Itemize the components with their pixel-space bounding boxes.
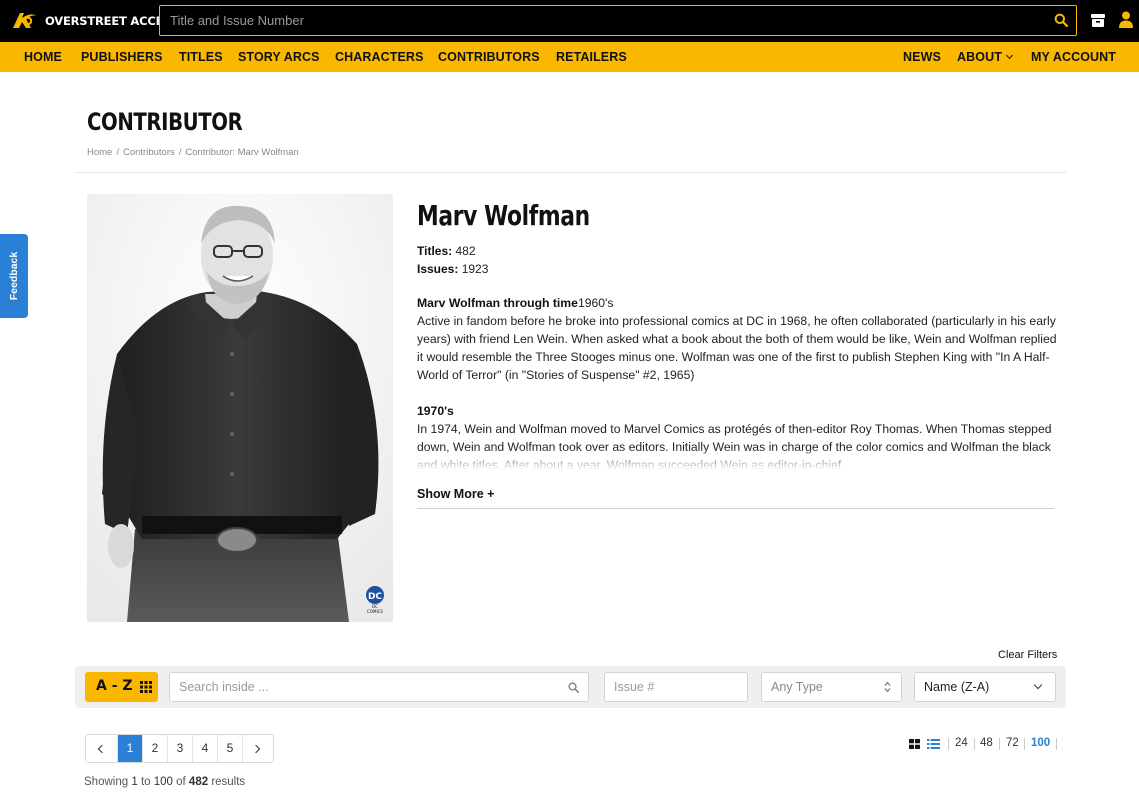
per-page-separator [1056, 738, 1057, 750]
per-page-separator [1024, 738, 1025, 750]
chevron-left-icon [97, 744, 107, 754]
per-page-100[interactable]: 100 [1031, 737, 1050, 749]
breadcrumb-home[interactable]: Home [87, 147, 112, 158]
bio-divider [417, 508, 1054, 509]
svg-text:DC: DC [368, 592, 382, 602]
nav-news[interactable]: NEWS [903, 42, 941, 72]
titles-count: Titles: 482 [417, 244, 476, 258]
per-page-48[interactable]: 48 [980, 737, 993, 749]
sort-select-value: Name (Z-A) [924, 680, 990, 694]
contributor-name: Marv Wolfman [417, 199, 590, 232]
nav-retailers[interactable]: RETAILERS [556, 42, 627, 72]
nav-publishers[interactable]: PUBLISHERS [81, 42, 163, 72]
results-suffix: results [211, 776, 246, 788]
per-page-separator [974, 738, 975, 750]
nav-about-label: ABOUT [957, 50, 1002, 64]
nav-my-account[interactable]: MY ACCOUNT [1031, 42, 1116, 72]
overstreet-logo-icon [13, 13, 37, 28]
contributor-photo: DC DC COMICS [87, 194, 393, 622]
main-nav: HOME PUBLISHERS TITLES STORY ARCS CHARAC… [0, 42, 1139, 72]
global-search-input[interactable] [160, 6, 1040, 35]
feedback-label: Feedback [8, 251, 20, 301]
search-inside-field[interactable] [169, 672, 589, 702]
dc-comics-logo: DC DC COMICS [366, 586, 384, 614]
page-button-1[interactable]: 1 [117, 735, 142, 762]
issues-count: Issues: 1923 [417, 262, 488, 276]
pagination-prev-button[interactable] [86, 735, 117, 762]
per-page-separator [999, 738, 1000, 750]
list-view-icon[interactable] [927, 739, 940, 749]
feedback-tab[interactable]: Feedback [0, 234, 28, 318]
page-button-4[interactable]: 4 [192, 735, 217, 762]
issue-number-field[interactable] [604, 672, 748, 702]
chevron-down-icon [1005, 51, 1013, 60]
per-page-24[interactable]: 24 [955, 737, 968, 749]
page-button-5[interactable]: 5 [217, 735, 242, 762]
show-more-button[interactable]: Show More + [417, 487, 494, 501]
bio-heading: Marv Wolfman through time [417, 296, 578, 310]
header-divider [75, 172, 1066, 173]
bio-fade-overlay [417, 448, 1057, 470]
issues-value: 1923 [461, 262, 489, 276]
results-of-word: of [176, 776, 186, 788]
breadcrumb-separator: / [116, 147, 119, 158]
grid-icon [140, 681, 152, 693]
portrait-illustration [87, 194, 393, 622]
search-icon[interactable] [1054, 13, 1068, 27]
contributor-biography: Marv Wolfman through time1960's Active in… [417, 294, 1057, 470]
breadcrumb-contributors[interactable]: Contributors [123, 147, 175, 158]
grid-view-icon[interactable] [909, 739, 920, 749]
page-button-2[interactable]: 2 [142, 735, 167, 762]
bio-paragraph: Active in fandom before he broke into pr… [417, 314, 1057, 382]
search-inside-input[interactable] [170, 673, 588, 701]
nav-titles[interactable]: TITLES [179, 42, 223, 72]
breadcrumb: Home / Contributors / Contributor: Marv Wolf… [87, 147, 299, 158]
results-summary: Showing 1 to 100 of 482 results [84, 776, 245, 788]
type-select[interactable]: Any Type [761, 672, 902, 702]
user-account-icon[interactable] [1118, 11, 1134, 28]
clear-filters-link[interactable]: Clear Filters [998, 649, 1057, 661]
nav-contributors[interactable]: CONTRIBUTORS [438, 42, 540, 72]
bio-subheading: 1960's [577, 296, 614, 310]
chevron-right-icon [251, 744, 261, 754]
results-prefix: Showing [84, 776, 129, 788]
nav-story-arcs[interactable]: STORY ARCS [238, 42, 320, 72]
type-select-value: Any Type [771, 680, 823, 694]
breadcrumb-separator: / [178, 147, 182, 158]
pagination: 1 2 3 4 5 [85, 734, 274, 763]
titles-value: 482 [455, 244, 476, 258]
pagination-next-button[interactable] [242, 735, 273, 762]
results-to: 100 [153, 776, 173, 788]
nav-home[interactable]: HOME [24, 42, 62, 72]
issue-number-input[interactable] [605, 673, 747, 701]
results-from: 1 [131, 776, 138, 788]
updown-arrows-icon [884, 681, 891, 693]
az-label: A - Z [96, 678, 133, 694]
results-to-word: to [140, 776, 151, 788]
svg-text:COMICS: COMICS [367, 609, 383, 614]
per-page-72[interactable]: 72 [1006, 737, 1019, 749]
nav-characters[interactable]: CHARACTERS [335, 42, 424, 72]
titles-label: Titles: [417, 244, 453, 258]
global-search[interactable] [159, 5, 1077, 36]
issues-label: Issues: [417, 262, 459, 276]
nav-about[interactable]: ABOUT [957, 42, 1013, 72]
search-icon[interactable] [568, 682, 579, 693]
chevron-down-icon [1033, 680, 1043, 690]
archive-box-icon[interactable] [1090, 12, 1106, 28]
page-title: CONTRIBUTOR [87, 108, 243, 136]
per-page-separator [948, 738, 949, 750]
bio-heading: 1970's [417, 404, 454, 418]
sort-select[interactable]: Name (Z-A) [914, 672, 1056, 702]
brand-logo[interactable]: OVERSTREET ACCESS [11, 9, 179, 33]
az-sort-button[interactable]: A - Z [85, 672, 158, 702]
results-total: 482 [188, 776, 209, 788]
breadcrumb-current: Contributor: Marv Wolfman [185, 147, 299, 158]
top-bar: OVERSTREET ACCESS [0, 0, 1139, 42]
page-button-3[interactable]: 3 [167, 735, 192, 762]
